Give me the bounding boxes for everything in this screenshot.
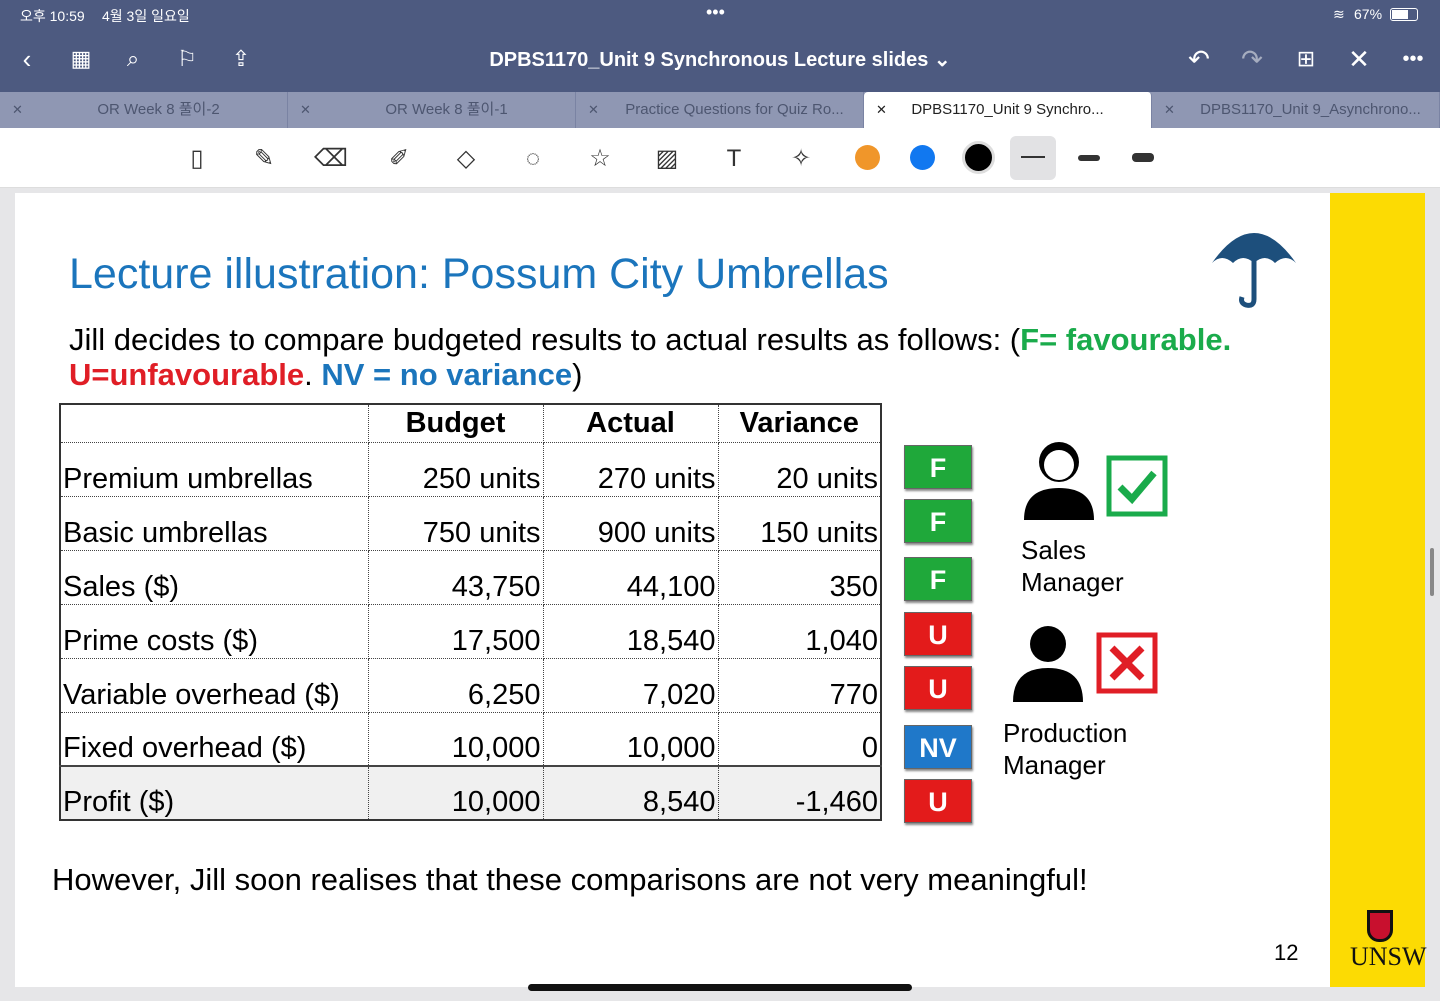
table-row: Variable overhead ($) 6,250 7,020 770	[59, 657, 882, 713]
add-page-icon[interactable]: ⊞	[1291, 44, 1321, 74]
table-row: Fixed overhead ($) 10,000 10,000 0	[59, 711, 882, 767]
close-tools-icon[interactable]: ✕	[1344, 44, 1374, 74]
scrollbar[interactable]	[1430, 548, 1434, 596]
close-tab-icon[interactable]: ✕	[1164, 92, 1175, 128]
person-icon	[1024, 442, 1094, 520]
sales-manager-label: Sales Manager	[1021, 535, 1124, 597]
table-row: Sales ($) 43,750 44,100 350	[59, 549, 882, 605]
unsw-logo: UNSW	[1350, 910, 1427, 972]
multitask-dots-icon[interactable]: •••	[706, 2, 725, 23]
variance-badge: U	[904, 779, 972, 823]
top-bar: 오후 10:59 4월 3일 일요일 ••• ≋ 67% ‹ ▦ ⌕ ⚐ ⇪ D…	[0, 0, 1440, 92]
battery-icon	[1390, 8, 1418, 21]
image-icon[interactable]: ▨	[650, 142, 684, 176]
wifi-icon: ≋	[1333, 6, 1345, 22]
variance-badge: F	[904, 445, 972, 489]
table-row: Basic umbrellas 750 units 900 units 150 uni…	[59, 495, 882, 551]
variance-table: Budget Actual Variance Premium umbrellas 25…	[59, 403, 882, 821]
footer-text: However, Jill soon realises that these c…	[52, 862, 1088, 897]
status-time: 오후 10:59	[20, 8, 85, 24]
shapes-icon[interactable]: ◇	[449, 142, 483, 176]
tab[interactable]: ✕ OR Week 8 풀이-1	[288, 92, 576, 128]
tab[interactable]: ✕ OR Week 8 풀이-2	[0, 92, 288, 128]
tab-bar: ✕ OR Week 8 풀이-2 ✕ OR Week 8 풀이-1 ✕ Practic…	[0, 92, 1440, 128]
production-manager-label: Production Manager	[1003, 718, 1128, 780]
variance-badge: NV	[904, 725, 972, 769]
home-indicator[interactable]	[528, 984, 912, 991]
status-date: 4월 3일 일요일	[102, 8, 190, 24]
variance-badge: F	[904, 499, 972, 543]
table-header: Budget Actual Variance	[59, 403, 882, 443]
checkmark-icon	[1106, 455, 1168, 517]
redo-icon[interactable]: ↷	[1237, 44, 1267, 74]
close-tab-icon[interactable]: ✕	[12, 92, 23, 128]
close-tab-icon[interactable]: ✕	[588, 92, 599, 128]
cross-icon	[1096, 632, 1158, 694]
close-tab-icon[interactable]: ✕	[300, 92, 311, 128]
slide-title: Lecture illustration: Possum City Umbrel…	[69, 250, 889, 298]
color-orange[interactable]	[855, 145, 880, 170]
laser-pointer-icon[interactable]: ✧	[784, 142, 818, 176]
highlighter-icon[interactable]: ✐	[382, 142, 416, 176]
read-mode-icon[interactable]: ▯	[180, 142, 214, 176]
eraser-icon[interactable]: ⌫	[314, 142, 348, 176]
tab[interactable]: ✕ Practice Questions for Quiz Ro...	[576, 92, 864, 128]
variance-badge: F	[904, 557, 972, 601]
stroke-medium[interactable]	[1078, 155, 1100, 161]
table-row-profit: Profit ($) 10,000 8,540 -1,460	[59, 765, 882, 821]
variance-badge: U	[904, 666, 972, 710]
tab[interactable]: ✕ DPBS1170_Unit 9_Asynchrono...	[1152, 92, 1440, 128]
color-black-selected[interactable]	[962, 141, 995, 174]
tab-active[interactable]: ✕ DPBS1170_Unit 9 Synchro...	[864, 92, 1152, 128]
page-number: 12	[1274, 940, 1299, 965]
lasso-icon[interactable]: ◌	[516, 142, 550, 176]
table-row: Prime costs ($) 17,500 18,540 1,040	[59, 603, 882, 659]
close-tab-icon[interactable]: ✕	[876, 92, 887, 128]
document-title[interactable]: DPBS1170_Unit 9 Synchronous Lecture slid…	[0, 47, 1440, 72]
umbrella-icon	[1212, 233, 1296, 308]
variance-badge: U	[904, 612, 972, 656]
color-blue[interactable]	[910, 145, 935, 170]
undo-icon[interactable]: ↶	[1184, 44, 1214, 74]
intro-text: Jill decides to compare budgeted results…	[69, 322, 1232, 392]
text-icon[interactable]: T	[717, 142, 751, 176]
stroke-thick[interactable]	[1132, 153, 1154, 162]
slide-side-strip	[1330, 193, 1425, 987]
sticker-icon[interactable]: ☆	[583, 142, 617, 176]
annotation-toolbar: ▯ ✎ ⌫ ✐ ◇ ◌ ☆ ▨ T ✧	[0, 128, 1440, 188]
table-row: Premium umbrellas 250 units 270 units 20 un…	[59, 441, 882, 497]
more-icon[interactable]: •••	[1398, 44, 1428, 74]
person-icon	[1013, 626, 1083, 702]
battery-level: 67%	[1354, 6, 1383, 22]
stroke-thin-selected[interactable]	[1010, 136, 1056, 180]
pen-icon[interactable]: ✎	[247, 142, 281, 176]
